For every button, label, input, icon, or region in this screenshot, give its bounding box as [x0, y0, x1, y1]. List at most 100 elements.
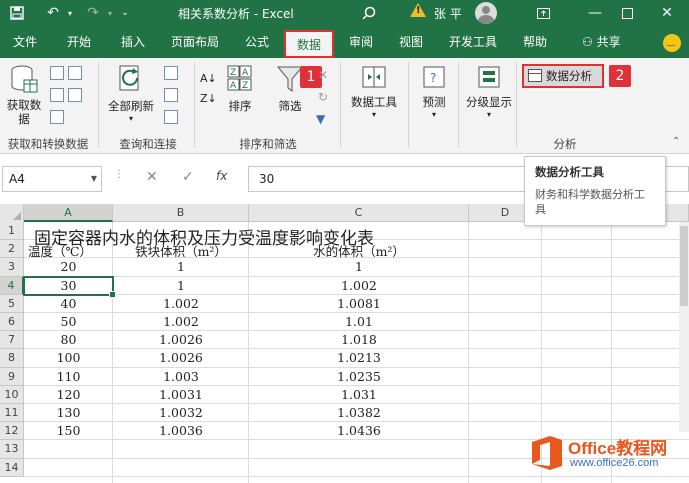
- header-cell[interactable]: 水的体积（m²）: [249, 241, 469, 260]
- row-header[interactable]: 5: [0, 294, 24, 313]
- data-cell[interactable]: 1.0213: [249, 350, 469, 365]
- undo-icon[interactable]: ↶: [42, 0, 64, 26]
- queries-connections-icon[interactable]: [164, 66, 178, 80]
- data-cell[interactable]: 20: [24, 259, 113, 274]
- tab-page-layout[interactable]: 页面布局: [164, 26, 226, 58]
- data-cell[interactable]: 130: [24, 405, 113, 420]
- from-web-icon[interactable]: [50, 88, 64, 102]
- data-cell[interactable]: 1.0031: [113, 387, 249, 402]
- redo-dropdown-icon[interactable]: ▾: [104, 0, 116, 26]
- row-header[interactable]: 6: [0, 313, 24, 332]
- data-cell[interactable]: 50: [24, 314, 113, 329]
- row-header[interactable]: 11: [0, 404, 24, 423]
- data-cell[interactable]: 1.0026: [113, 350, 249, 365]
- data-cell[interactable]: 120: [24, 387, 113, 402]
- data-cell[interactable]: 1.0235: [249, 369, 469, 384]
- data-cell[interactable]: 150: [24, 423, 113, 438]
- data-cell[interactable]: 1.031: [249, 387, 469, 402]
- search-icon[interactable]: [358, 0, 380, 26]
- data-cell[interactable]: 1.0382: [249, 405, 469, 420]
- enter-icon[interactable]: ✓: [182, 169, 194, 185]
- sort-descending-icon[interactable]: Z↓: [200, 92, 217, 105]
- row-header[interactable]: 13: [0, 440, 24, 459]
- data-cell[interactable]: 1: [249, 259, 469, 274]
- outline-button[interactable]: 分级显示 ▾: [464, 64, 514, 119]
- active-cell-selection[interactable]: [23, 275, 116, 298]
- sort-ascending-icon[interactable]: A↓: [200, 72, 217, 85]
- cancel-icon[interactable]: ✕: [146, 169, 158, 185]
- save-icon[interactable]: [6, 0, 28, 26]
- data-cell[interactable]: 1.003: [113, 369, 249, 384]
- row-header[interactable]: 14: [0, 458, 24, 477]
- forecast-button[interactable]: ? 预测 ▾: [414, 64, 454, 119]
- redo-icon[interactable]: ↷: [82, 0, 104, 26]
- data-cell[interactable]: 1.018: [249, 332, 469, 347]
- row-header[interactable]: 8: [0, 349, 24, 368]
- tab-review[interactable]: 审阅: [340, 26, 382, 58]
- clear-filter-icon[interactable]: ✕: [318, 68, 328, 82]
- row-header[interactable]: 7: [0, 331, 24, 350]
- row-header[interactable]: 2: [0, 240, 24, 259]
- header-cell[interactable]: 铁块体积（m²）: [113, 241, 249, 260]
- close-icon[interactable]: ✕: [656, 0, 678, 26]
- reapply-icon[interactable]: ↻: [318, 90, 328, 104]
- tab-help[interactable]: 帮助: [514, 26, 556, 58]
- row-header[interactable]: 1: [0, 222, 24, 241]
- data-cell[interactable]: 1.002: [113, 296, 249, 311]
- data-cell[interactable]: 110: [24, 369, 113, 384]
- tab-home[interactable]: 开始: [58, 26, 100, 58]
- edit-links-icon[interactable]: [164, 110, 178, 124]
- data-cell[interactable]: 40: [24, 296, 113, 311]
- tab-file[interactable]: 文件: [4, 26, 46, 58]
- row-header[interactable]: 12: [0, 422, 24, 441]
- data-cell[interactable]: 1: [113, 278, 249, 293]
- tab-data[interactable]: 数据: [284, 30, 334, 58]
- insert-function-icon[interactable]: fx: [216, 169, 227, 183]
- row-header[interactable]: 10: [0, 385, 24, 404]
- vertical-scrollbar[interactable]: [679, 222, 689, 432]
- minimize-icon[interactable]: —: [584, 0, 606, 26]
- user-name[interactable]: 张 平: [434, 5, 462, 22]
- row-header[interactable]: 4: [0, 276, 24, 295]
- data-cell[interactable]: 1.0026: [113, 332, 249, 347]
- avatar[interactable]: [475, 2, 497, 24]
- tab-view[interactable]: 视图: [390, 26, 432, 58]
- share-button[interactable]: ⚇ 共享: [582, 26, 621, 58]
- refresh-all-button[interactable]: 全部刷新 ▾: [104, 64, 158, 123]
- row-header[interactable]: 3: [0, 258, 24, 277]
- undo-dropdown-icon[interactable]: ▾: [64, 0, 76, 26]
- column-header-a[interactable]: A: [24, 204, 113, 222]
- get-data-button[interactable]: 获取数据: [4, 64, 44, 126]
- scrollbar-thumb[interactable]: [680, 226, 688, 306]
- data-cell[interactable]: 1: [113, 259, 249, 274]
- data-cell[interactable]: 1.002: [249, 278, 469, 293]
- warning-icon[interactable]: [410, 3, 426, 17]
- recent-sources-icon[interactable]: [68, 66, 82, 80]
- data-cell[interactable]: 80: [24, 332, 113, 347]
- data-cell[interactable]: 1.0436: [249, 423, 469, 438]
- sort-button[interactable]: Z A A Z 排序: [222, 64, 258, 114]
- name-box[interactable]: A4 ▼: [2, 166, 102, 192]
- data-tools-button[interactable]: 数据工具 ▾: [344, 64, 404, 119]
- select-all-button[interactable]: [0, 204, 24, 222]
- data-cell[interactable]: 1.01: [249, 314, 469, 329]
- data-cell[interactable]: 1.002: [113, 314, 249, 329]
- tab-formulas[interactable]: 公式: [236, 26, 278, 58]
- data-cell[interactable]: 1.0081: [249, 296, 469, 311]
- ribbon-display-options-icon[interactable]: [532, 0, 554, 26]
- data-cell[interactable]: 1.0032: [113, 405, 249, 420]
- from-text-icon[interactable]: [50, 66, 64, 80]
- advanced-filter-icon[interactable]: ▼: [316, 112, 325, 126]
- column-header-c[interactable]: C: [249, 204, 469, 222]
- data-analysis-button[interactable]: 数据分析: [522, 64, 604, 88]
- tab-insert[interactable]: 插入: [112, 26, 154, 58]
- data-cell[interactable]: 1.0036: [113, 423, 249, 438]
- header-cell[interactable]: 温度（℃）: [28, 241, 113, 260]
- customize-toolbar-icon[interactable]: ⌄: [118, 0, 132, 26]
- from-table-icon[interactable]: [50, 110, 64, 124]
- row-header[interactable]: 9: [0, 367, 24, 386]
- collapse-ribbon-icon[interactable]: ⌃: [672, 136, 680, 147]
- tab-developer[interactable]: 开发工具: [442, 26, 504, 58]
- data-cell[interactable]: 100: [24, 350, 113, 365]
- maximize-icon[interactable]: [616, 0, 638, 26]
